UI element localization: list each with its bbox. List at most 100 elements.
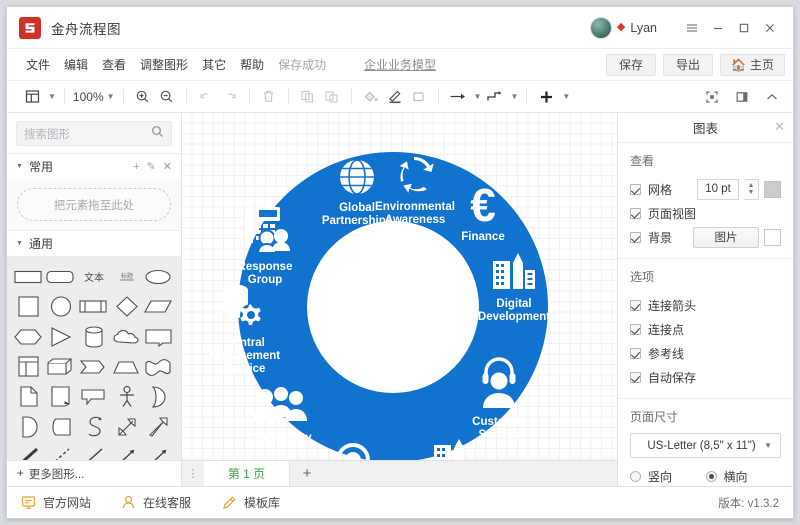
online-support-link[interactable]: 在线客服: [121, 494, 191, 511]
add-icon[interactable]: [535, 85, 557, 109]
trash-icon[interactable]: [258, 85, 280, 109]
save-button[interactable]: 保存: [606, 53, 657, 76]
background-image-button[interactable]: 图片: [693, 226, 759, 248]
background-checkbox[interactable]: [630, 231, 641, 243]
rounded-rectangle-shape[interactable]: [46, 263, 78, 291]
sidebar-section-general[interactable]: ▼ 通用: [7, 230, 181, 257]
menu-item-adjust-shape[interactable]: 调整图形: [133, 53, 195, 76]
zoom-level[interactable]: 100% ▼: [73, 90, 115, 104]
plus-icon[interactable]: +: [133, 161, 139, 173]
home-button[interactable]: 🏠 主页: [720, 53, 785, 76]
landscape-radio[interactable]: [705, 471, 717, 482]
portrait-radio[interactable]: [630, 471, 641, 482]
menu-item-other[interactable]: 其它: [195, 53, 233, 76]
menu-item-file[interactable]: 文件: [19, 53, 57, 76]
cylinder-shape[interactable]: [78, 323, 110, 351]
page-layout-caret-icon[interactable]: ▼: [48, 92, 56, 101]
chevron-arrow-shape[interactable]: [78, 353, 110, 381]
user-account[interactable]: ◆ Lyan: [589, 16, 657, 39]
sidebar-section-favorites[interactable]: ▼ 常用 + ✎ ✕: [7, 153, 181, 179]
page-layout-icon[interactable]: [21, 85, 43, 109]
connector-style-caret-icon[interactable]: ▼: [510, 92, 518, 101]
grid-size-stepper[interactable]: ▲ ▼: [744, 178, 759, 200]
toggle-panel-icon[interactable]: [731, 85, 753, 109]
ellipse-shape[interactable]: [143, 263, 175, 291]
orientation-portrait[interactable]: 竖向: [630, 468, 706, 485]
page-size-select[interactable]: US-Letter (8,5" x 11") ▼: [630, 433, 781, 458]
cube-3d-shape[interactable]: [46, 353, 78, 381]
zoom-in-icon[interactable]: [132, 85, 154, 109]
zoom-out-icon[interactable]: [156, 85, 178, 109]
folded-corner-shape[interactable]: [46, 383, 78, 411]
search-input[interactable]: 搜索图形: [16, 121, 172, 146]
connection-arrows-checkbox[interactable]: [630, 299, 641, 311]
page-tab-1[interactable]: 第 1 页: [204, 461, 290, 486]
template-library-link[interactable]: 模板库: [221, 494, 280, 511]
shape-drop-zone[interactable]: 把元素拖至此处: [17, 188, 171, 222]
autosave-checkbox[interactable]: [630, 371, 641, 383]
grid-checkbox[interactable]: [630, 183, 641, 195]
rectangle-wide-shape[interactable]: [13, 263, 45, 291]
grid-color-swatch[interactable]: [764, 180, 781, 198]
background-color-swatch[interactable]: [764, 228, 781, 246]
wave-shape[interactable]: [143, 353, 175, 381]
half-circle-shape[interactable]: [13, 413, 45, 441]
table-shape[interactable]: [13, 353, 45, 381]
arrow-double-line-shape[interactable]: [111, 443, 143, 461]
export-button[interactable]: 导出: [663, 53, 714, 76]
cloud-shape[interactable]: [111, 323, 143, 351]
more-shapes-button[interactable]: + 更多图形...: [7, 460, 181, 487]
double-arrow-shape[interactable]: [111, 413, 143, 441]
text-shape[interactable]: 文本: [78, 263, 110, 291]
copy-icon[interactable]: [297, 85, 319, 109]
speech-bubble-shape[interactable]: [78, 383, 110, 411]
hamburger-icon[interactable]: [679, 15, 705, 41]
paste-icon[interactable]: [321, 85, 343, 109]
guides-checkbox[interactable]: [630, 347, 641, 359]
line-thin-shape[interactable]: [78, 443, 110, 461]
stick-figure-shape[interactable]: [111, 383, 143, 411]
grid-size-input[interactable]: 10 pt: [697, 178, 739, 200]
connection-points-checkbox[interactable]: [630, 323, 641, 335]
line-thick-shape[interactable]: [13, 443, 45, 461]
parallelogram-shape[interactable]: [143, 293, 175, 321]
add-page-button[interactable]: +: [290, 461, 324, 486]
more-vertical-icon[interactable]: ⋮: [182, 461, 204, 486]
process-bar-shape[interactable]: [78, 293, 110, 321]
document-shape[interactable]: [13, 383, 45, 411]
close-icon[interactable]: [757, 15, 783, 41]
line-color-icon[interactable]: [384, 85, 406, 109]
arrow-style-icon[interactable]: [447, 85, 469, 109]
drawing-canvas[interactable]: Enterprise Business Model Global Partner…: [182, 113, 617, 460]
close-icon[interactable]: ✕: [163, 160, 172, 173]
undo-icon[interactable]: [195, 85, 217, 109]
fullscreen-icon[interactable]: [701, 85, 723, 109]
redo-icon[interactable]: [219, 85, 241, 109]
note-shape[interactable]: 标题: [111, 263, 143, 291]
menu-item-help[interactable]: 帮助: [233, 53, 271, 76]
trapezoid-shape[interactable]: [111, 353, 143, 381]
triangle-right-shape[interactable]: [46, 323, 78, 351]
official-website-link[interactable]: 官方网站: [21, 494, 91, 511]
fill-color-icon[interactable]: [360, 85, 382, 109]
square-shape[interactable]: [13, 293, 45, 321]
single-arrow-shape[interactable]: [143, 413, 175, 441]
s-curve-shape[interactable]: [78, 413, 110, 441]
close-icon[interactable]: ✕: [774, 120, 785, 133]
menu-item-view[interactable]: 查看: [95, 53, 133, 76]
flag-banner-shape[interactable]: [143, 323, 175, 351]
connector-style-icon[interactable]: [483, 85, 505, 109]
line-dashed-shape[interactable]: [46, 443, 78, 461]
hexagon-shape[interactable]: [13, 323, 45, 351]
page-view-checkbox[interactable]: [630, 207, 641, 219]
minimize-icon[interactable]: [705, 15, 731, 41]
menu-item-edit[interactable]: 编辑: [57, 53, 95, 76]
pencil-icon[interactable]: ✎: [147, 160, 156, 173]
orientation-landscape[interactable]: 横向: [705, 468, 782, 485]
half-moon-shape[interactable]: [143, 383, 175, 411]
diamond-shape[interactable]: [111, 293, 143, 321]
circle-shape[interactable]: [46, 293, 78, 321]
shape-style-icon[interactable]: [408, 85, 430, 109]
arrow-line-shape[interactable]: [143, 443, 175, 461]
bracket-shape[interactable]: [46, 413, 78, 441]
